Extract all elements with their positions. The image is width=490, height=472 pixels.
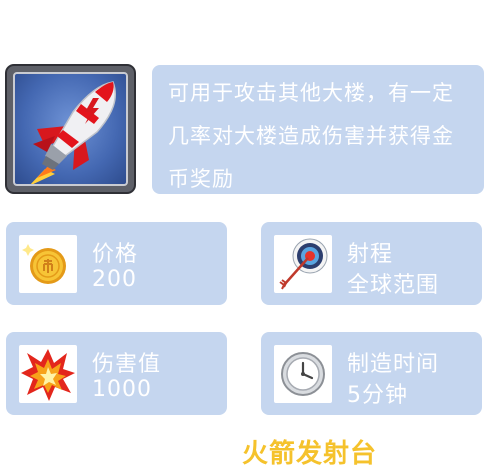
clock-icon: [281, 352, 325, 396]
build-time-panel: 制造时间 5分钟: [261, 332, 482, 415]
explosion-icon: [21, 349, 75, 401]
target-icon: [279, 238, 328, 290]
damage-icon-tile: [19, 345, 77, 403]
price-value: 200: [92, 267, 137, 292]
range-value: 全球范围: [347, 273, 440, 298]
item-name: 火箭发射台: [242, 439, 378, 469]
range-label: 射程: [347, 242, 394, 267]
price-label: 价格: [92, 242, 139, 267]
price-panel: 价格 200: [6, 222, 227, 305]
coin-icon: [22, 244, 66, 284]
range-panel: 射程 全球范围: [261, 222, 482, 305]
damage-label: 伤害值: [92, 352, 162, 377]
item-portrait: [13, 72, 128, 186]
build-time-icon-tile: [274, 345, 332, 403]
description-panel: 可用于攻击其他大楼，有一定几率对大楼造成伤害并获得金币奖励: [152, 65, 484, 194]
item-portrait-frame: [5, 64, 136, 194]
range-icon-tile: [274, 235, 332, 293]
damage-panel: 伤害值 1000: [6, 332, 227, 415]
damage-value: 1000: [92, 377, 152, 402]
build-time-label: 制造时间: [347, 352, 440, 377]
price-icon-tile: [19, 235, 77, 293]
item-description: 可用于攻击其他大楼，有一定几率对大楼造成伤害并获得金币奖励: [168, 81, 454, 191]
build-time-value: 5分钟: [347, 383, 408, 408]
rocket-icon: [30, 81, 117, 184]
